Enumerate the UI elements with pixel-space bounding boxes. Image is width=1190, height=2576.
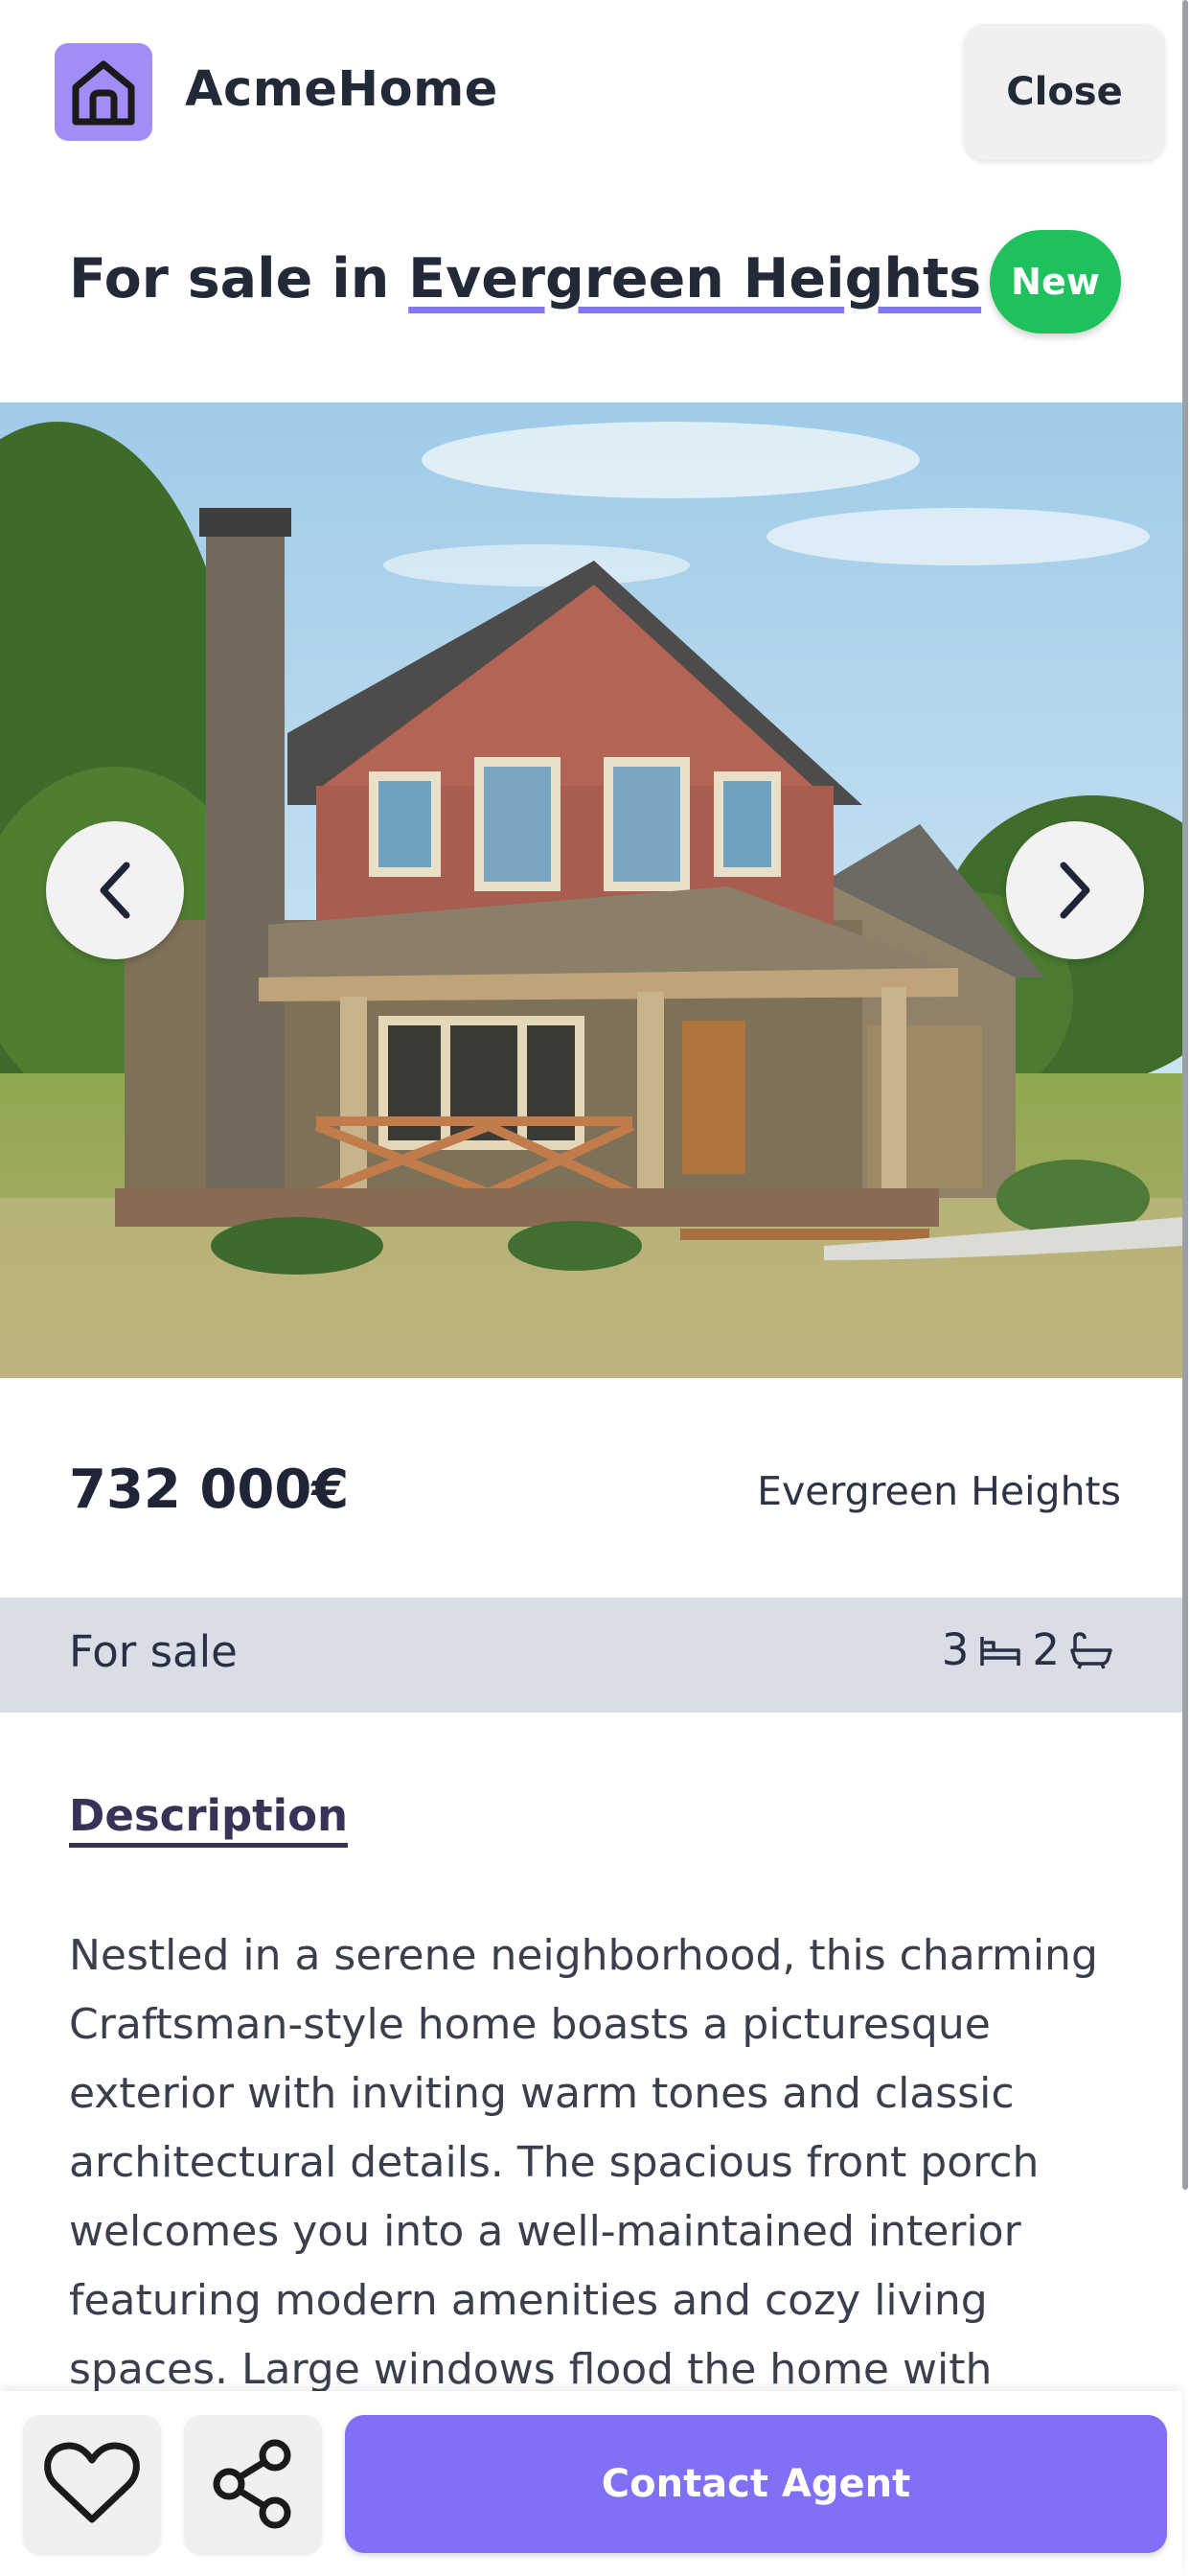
- home-icon: [55, 43, 152, 141]
- brand-name: AcmeHome: [185, 61, 498, 118]
- favorite-button[interactable]: [23, 2415, 161, 2553]
- next-photo-button[interactable]: [1006, 821, 1144, 959]
- new-badge: New: [990, 230, 1121, 334]
- description-heading: Description: [69, 1790, 349, 1848]
- app-header: AcmeHome Close: [0, 0, 1182, 192]
- chevron-left-icon: [100, 862, 130, 919]
- bottom-action-bar: Contact Agent: [0, 2391, 1182, 2576]
- share-button[interactable]: [184, 2415, 322, 2553]
- heart-icon: [44, 2442, 140, 2523]
- bed-icon: [980, 1636, 1021, 1666]
- bathtub-icon: [1070, 1631, 1112, 1669]
- contact-agent-button[interactable]: Contact Agent: [345, 2415, 1167, 2553]
- room-counts: 3 2: [942, 1624, 1113, 1675]
- previous-photo-button[interactable]: [46, 821, 184, 959]
- scrollbar-thumb[interactable]: [1182, 0, 1188, 2190]
- listing-title: For sale in Evergreen Heights: [69, 247, 981, 310]
- description-text: Nestled in a serene neighborhood, this c…: [69, 1931, 1098, 2394]
- listing-location: Evergreen Heights: [757, 1468, 1121, 1514]
- close-button[interactable]: Close: [964, 24, 1165, 160]
- title-place-link[interactable]: Evergreen Heights: [408, 247, 981, 310]
- listing-price: 732 000€: [69, 1459, 350, 1521]
- listing-info-bar: For sale 3 2: [0, 1598, 1182, 1713]
- share-icon: [213, 2439, 291, 2529]
- title-prefix: For sale in: [69, 247, 390, 310]
- bedroom-count: 3: [941, 1624, 970, 1675]
- listing-status: For sale: [69, 1626, 238, 1677]
- listing-photo-gallery[interactable]: [0, 402, 1182, 1378]
- chevron-right-icon: [1060, 862, 1090, 919]
- bathroom-count: 2: [1032, 1624, 1060, 1675]
